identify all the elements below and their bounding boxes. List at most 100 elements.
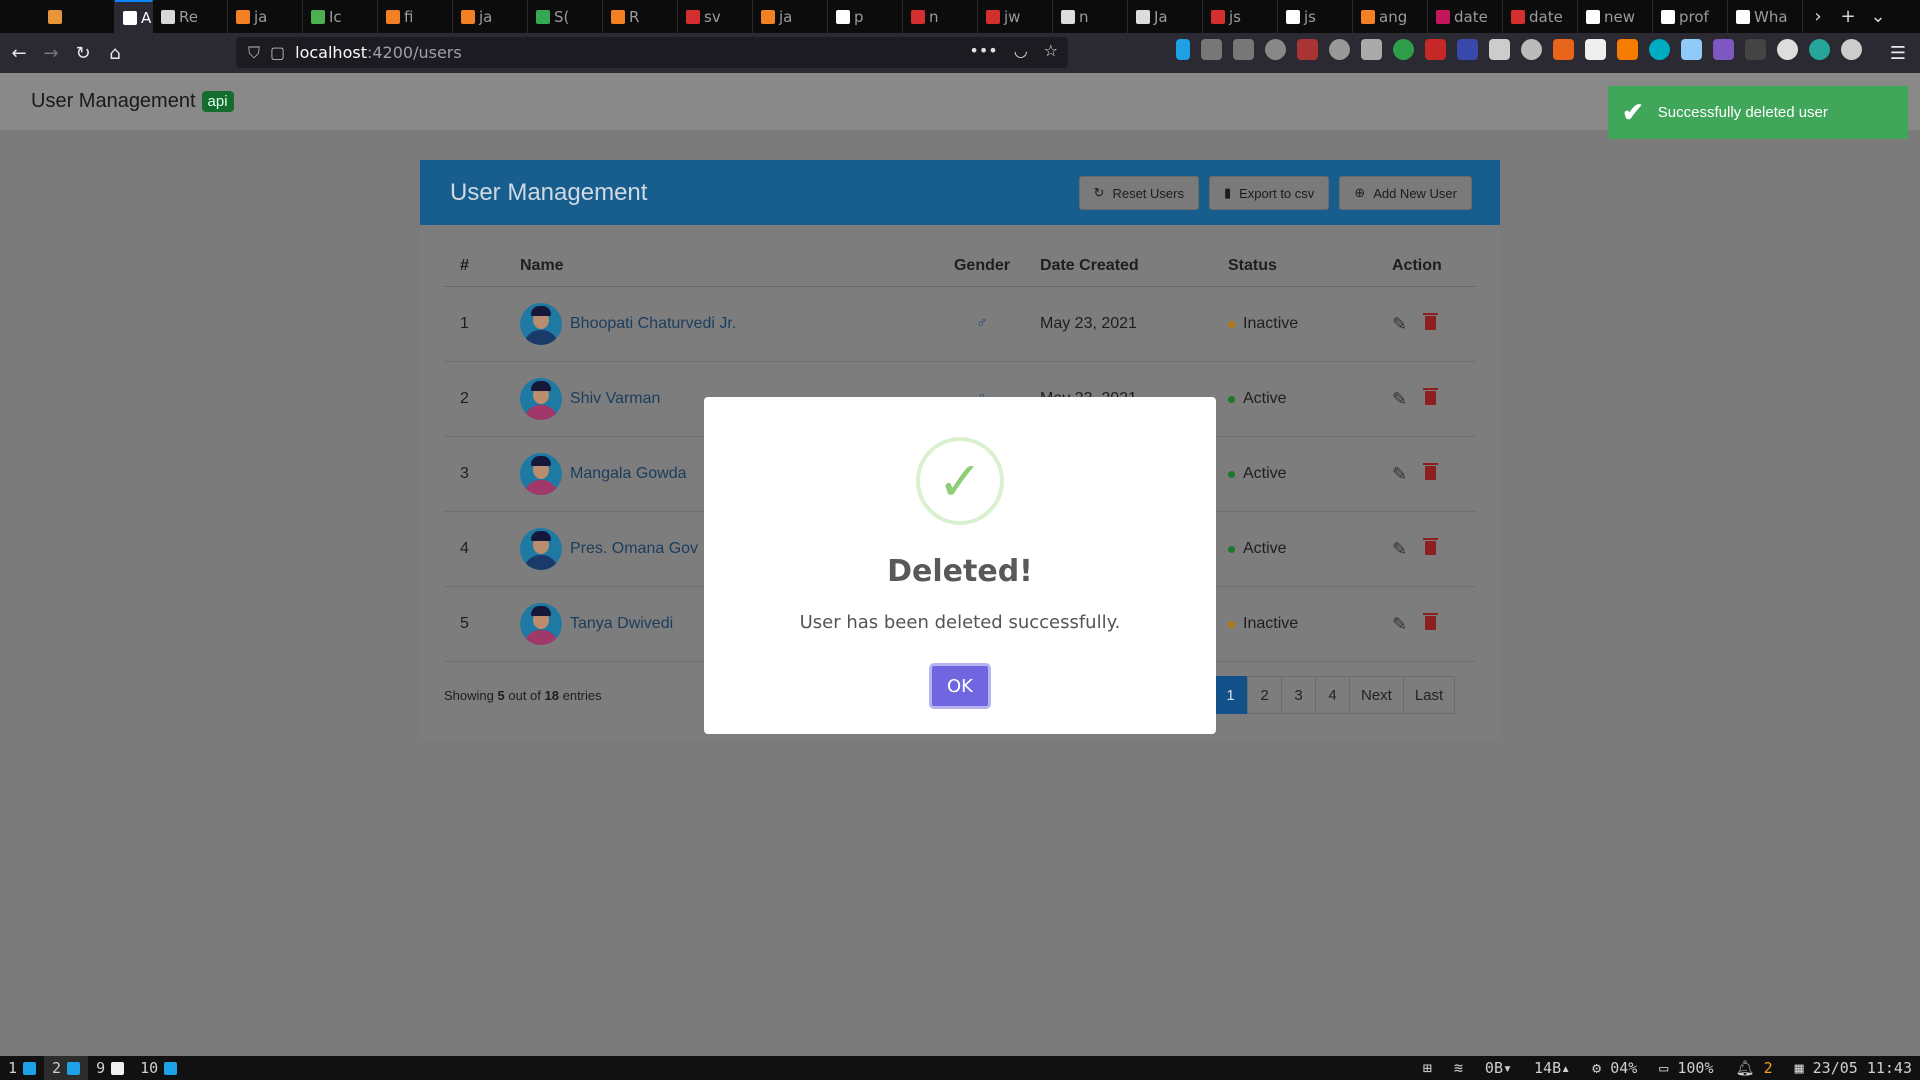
extension-red-icon[interactable] bbox=[1425, 39, 1446, 60]
user-name[interactable]: Mangala Gowda bbox=[570, 465, 687, 483]
browser-tab[interactable]: n bbox=[903, 0, 978, 33]
new-tab-icon[interactable]: + bbox=[1833, 6, 1863, 27]
export-csv-button[interactable]: ▮ Export to csv bbox=[1208, 176, 1330, 210]
workspace-item[interactable]: 2 bbox=[44, 1056, 89, 1080]
edit-pencil-icon[interactable]: ✎ bbox=[1392, 389, 1407, 410]
workspace-number: 2 bbox=[52, 1059, 62, 1077]
status-label: Active bbox=[1243, 390, 1287, 407]
next-page-button[interactable]: Next bbox=[1349, 676, 1404, 714]
browser-tab[interactable]: date bbox=[1503, 0, 1578, 33]
delete-trash-icon[interactable] bbox=[1423, 612, 1439, 630]
user-name[interactable]: Pres. Omana Gov bbox=[570, 540, 698, 558]
home-icon[interactable]: ⌂ bbox=[99, 37, 131, 69]
edit-pencil-icon[interactable]: ✎ bbox=[1392, 539, 1407, 560]
power-icon[interactable] bbox=[1777, 39, 1798, 60]
workspace-item[interactable]: 10 bbox=[132, 1056, 185, 1080]
extension-bear-icon[interactable] bbox=[1361, 39, 1382, 60]
extension-blue-icon[interactable] bbox=[1457, 39, 1478, 60]
bell-icon[interactable]: 🔔︎ bbox=[1735, 1059, 1754, 1077]
browser-tab[interactable]: Wha bbox=[1728, 0, 1803, 33]
plus-box-icon[interactable]: ⊞ bbox=[1423, 1059, 1432, 1077]
last-page-button[interactable]: Last bbox=[1402, 676, 1456, 714]
extension-cloud-icon[interactable] bbox=[1489, 39, 1510, 60]
browser-tab[interactable]: sv bbox=[678, 0, 753, 33]
library-icon[interactable] bbox=[1201, 39, 1222, 60]
browser-tab[interactable]: R bbox=[603, 0, 678, 33]
browser-tab[interactable]: fi bbox=[378, 0, 453, 33]
browser-tab[interactable]: S( bbox=[528, 0, 603, 33]
extension-glasses-icon[interactable] bbox=[1297, 39, 1318, 60]
delete-trash-icon[interactable] bbox=[1423, 462, 1439, 480]
dialog-title: Deleted! bbox=[887, 554, 1033, 589]
extension-lock-icon[interactable] bbox=[1585, 39, 1606, 60]
reset-users-label: Reset Users bbox=[1112, 185, 1184, 201]
browser-tab[interactable]: prof bbox=[1653, 0, 1728, 33]
back-tab-icon bbox=[161, 9, 175, 24]
browser-tab[interactable]: ja bbox=[228, 0, 303, 33]
extension-pen-icon[interactable] bbox=[1681, 39, 1702, 60]
workspace-item[interactable]: 9 bbox=[88, 1056, 132, 1080]
browser-tab[interactable]: js bbox=[1203, 0, 1278, 33]
success-toast[interactable]: ✔ Successfully deleted user bbox=[1608, 86, 1908, 139]
back-icon[interactable]: ← bbox=[3, 37, 35, 69]
browser-tab[interactable]: new bbox=[1578, 0, 1653, 33]
menu-icon[interactable]: ☰ bbox=[1882, 37, 1914, 69]
browser-tab[interactable]: p bbox=[828, 0, 903, 33]
url-bar[interactable]: ⛉ ▢ localhost:4200/users ••• ◡ ☆ bbox=[236, 37, 1068, 68]
browser-tab[interactable]: js bbox=[1278, 0, 1353, 33]
browser-tab[interactable]: ang bbox=[1353, 0, 1428, 33]
col-action-header: Action bbox=[1392, 256, 1442, 274]
page-button[interactable]: 2 bbox=[1247, 676, 1282, 714]
workspace-number: 9 bbox=[96, 1059, 106, 1077]
pocket-icon[interactable]: ◡ bbox=[1014, 41, 1028, 60]
delete-trash-icon[interactable] bbox=[1423, 312, 1439, 330]
browser-tab[interactable]: Ic bbox=[303, 0, 378, 33]
browser-tab[interactable]: ja bbox=[753, 0, 828, 33]
delete-trash-icon[interactable] bbox=[1423, 387, 1439, 405]
browser-tab[interactable]: Ja bbox=[1128, 0, 1203, 33]
extension-dark-icon[interactable] bbox=[1745, 39, 1766, 60]
delete-trash-icon[interactable] bbox=[1423, 537, 1439, 555]
forward-icon[interactable]: → bbox=[35, 37, 67, 69]
file-icon: ▮ bbox=[1223, 185, 1232, 200]
extension-purple-icon[interactable] bbox=[1713, 39, 1734, 60]
user-name[interactable]: Tanya Dwivedi bbox=[570, 615, 673, 633]
chevron-right-icon[interactable]: › bbox=[1803, 6, 1833, 27]
browser-tab[interactable]: A bbox=[115, 0, 153, 33]
extension-b-icon[interactable] bbox=[1265, 39, 1286, 60]
ok-button[interactable]: OK bbox=[929, 663, 991, 709]
user-name[interactable]: Bhoopati Chaturvedi Jr. bbox=[570, 315, 736, 333]
extension-teal-icon[interactable] bbox=[1809, 39, 1830, 60]
extension-gear-icon[interactable] bbox=[1521, 39, 1542, 60]
page-button[interactable]: 4 bbox=[1315, 676, 1350, 714]
browser-tab[interactable] bbox=[40, 0, 115, 33]
edit-pencil-icon[interactable]: ✎ bbox=[1392, 614, 1407, 635]
edit-pencil-icon[interactable]: ✎ bbox=[1392, 314, 1407, 335]
reload-icon[interactable]: ↻ bbox=[67, 37, 99, 69]
user-name[interactable]: Shiv Varman bbox=[570, 390, 660, 408]
extension-bulb-icon[interactable] bbox=[1841, 39, 1862, 60]
tab-list-icon[interactable]: ⌄ bbox=[1863, 6, 1893, 27]
extension-grey-icon[interactable] bbox=[1329, 39, 1350, 60]
browser-tab[interactable]: Re bbox=[153, 0, 228, 33]
sidebar-icon[interactable] bbox=[1233, 39, 1254, 60]
reset-users-button[interactable]: ↻ Reset Users bbox=[1078, 176, 1199, 210]
page-button[interactable]: 1 bbox=[1213, 676, 1248, 714]
extension-green-icon[interactable] bbox=[1393, 39, 1414, 60]
app-brand[interactable]: User Management bbox=[31, 90, 196, 113]
browser-tab[interactable]: jw bbox=[978, 0, 1053, 33]
bookmark-star-icon[interactable]: ☆ bbox=[1044, 41, 1058, 60]
edit-pencil-icon[interactable]: ✎ bbox=[1392, 464, 1407, 485]
google-icon bbox=[1286, 9, 1300, 24]
extension-fox-icon[interactable] bbox=[1553, 39, 1574, 60]
more-icon[interactable]: ••• bbox=[969, 41, 997, 60]
download-icon[interactable] bbox=[1176, 39, 1190, 60]
extension-orange-icon[interactable] bbox=[1617, 39, 1638, 60]
browser-tab[interactable]: n bbox=[1053, 0, 1128, 33]
extension-cyan-icon[interactable] bbox=[1649, 39, 1670, 60]
page-button[interactable]: 3 bbox=[1281, 676, 1316, 714]
add-user-button[interactable]: ⊕ Add New User bbox=[1339, 176, 1472, 210]
workspace-item[interactable]: 1 bbox=[0, 1056, 44, 1080]
browser-tab[interactable]: ja bbox=[453, 0, 528, 33]
browser-tab[interactable]: date bbox=[1428, 0, 1503, 33]
